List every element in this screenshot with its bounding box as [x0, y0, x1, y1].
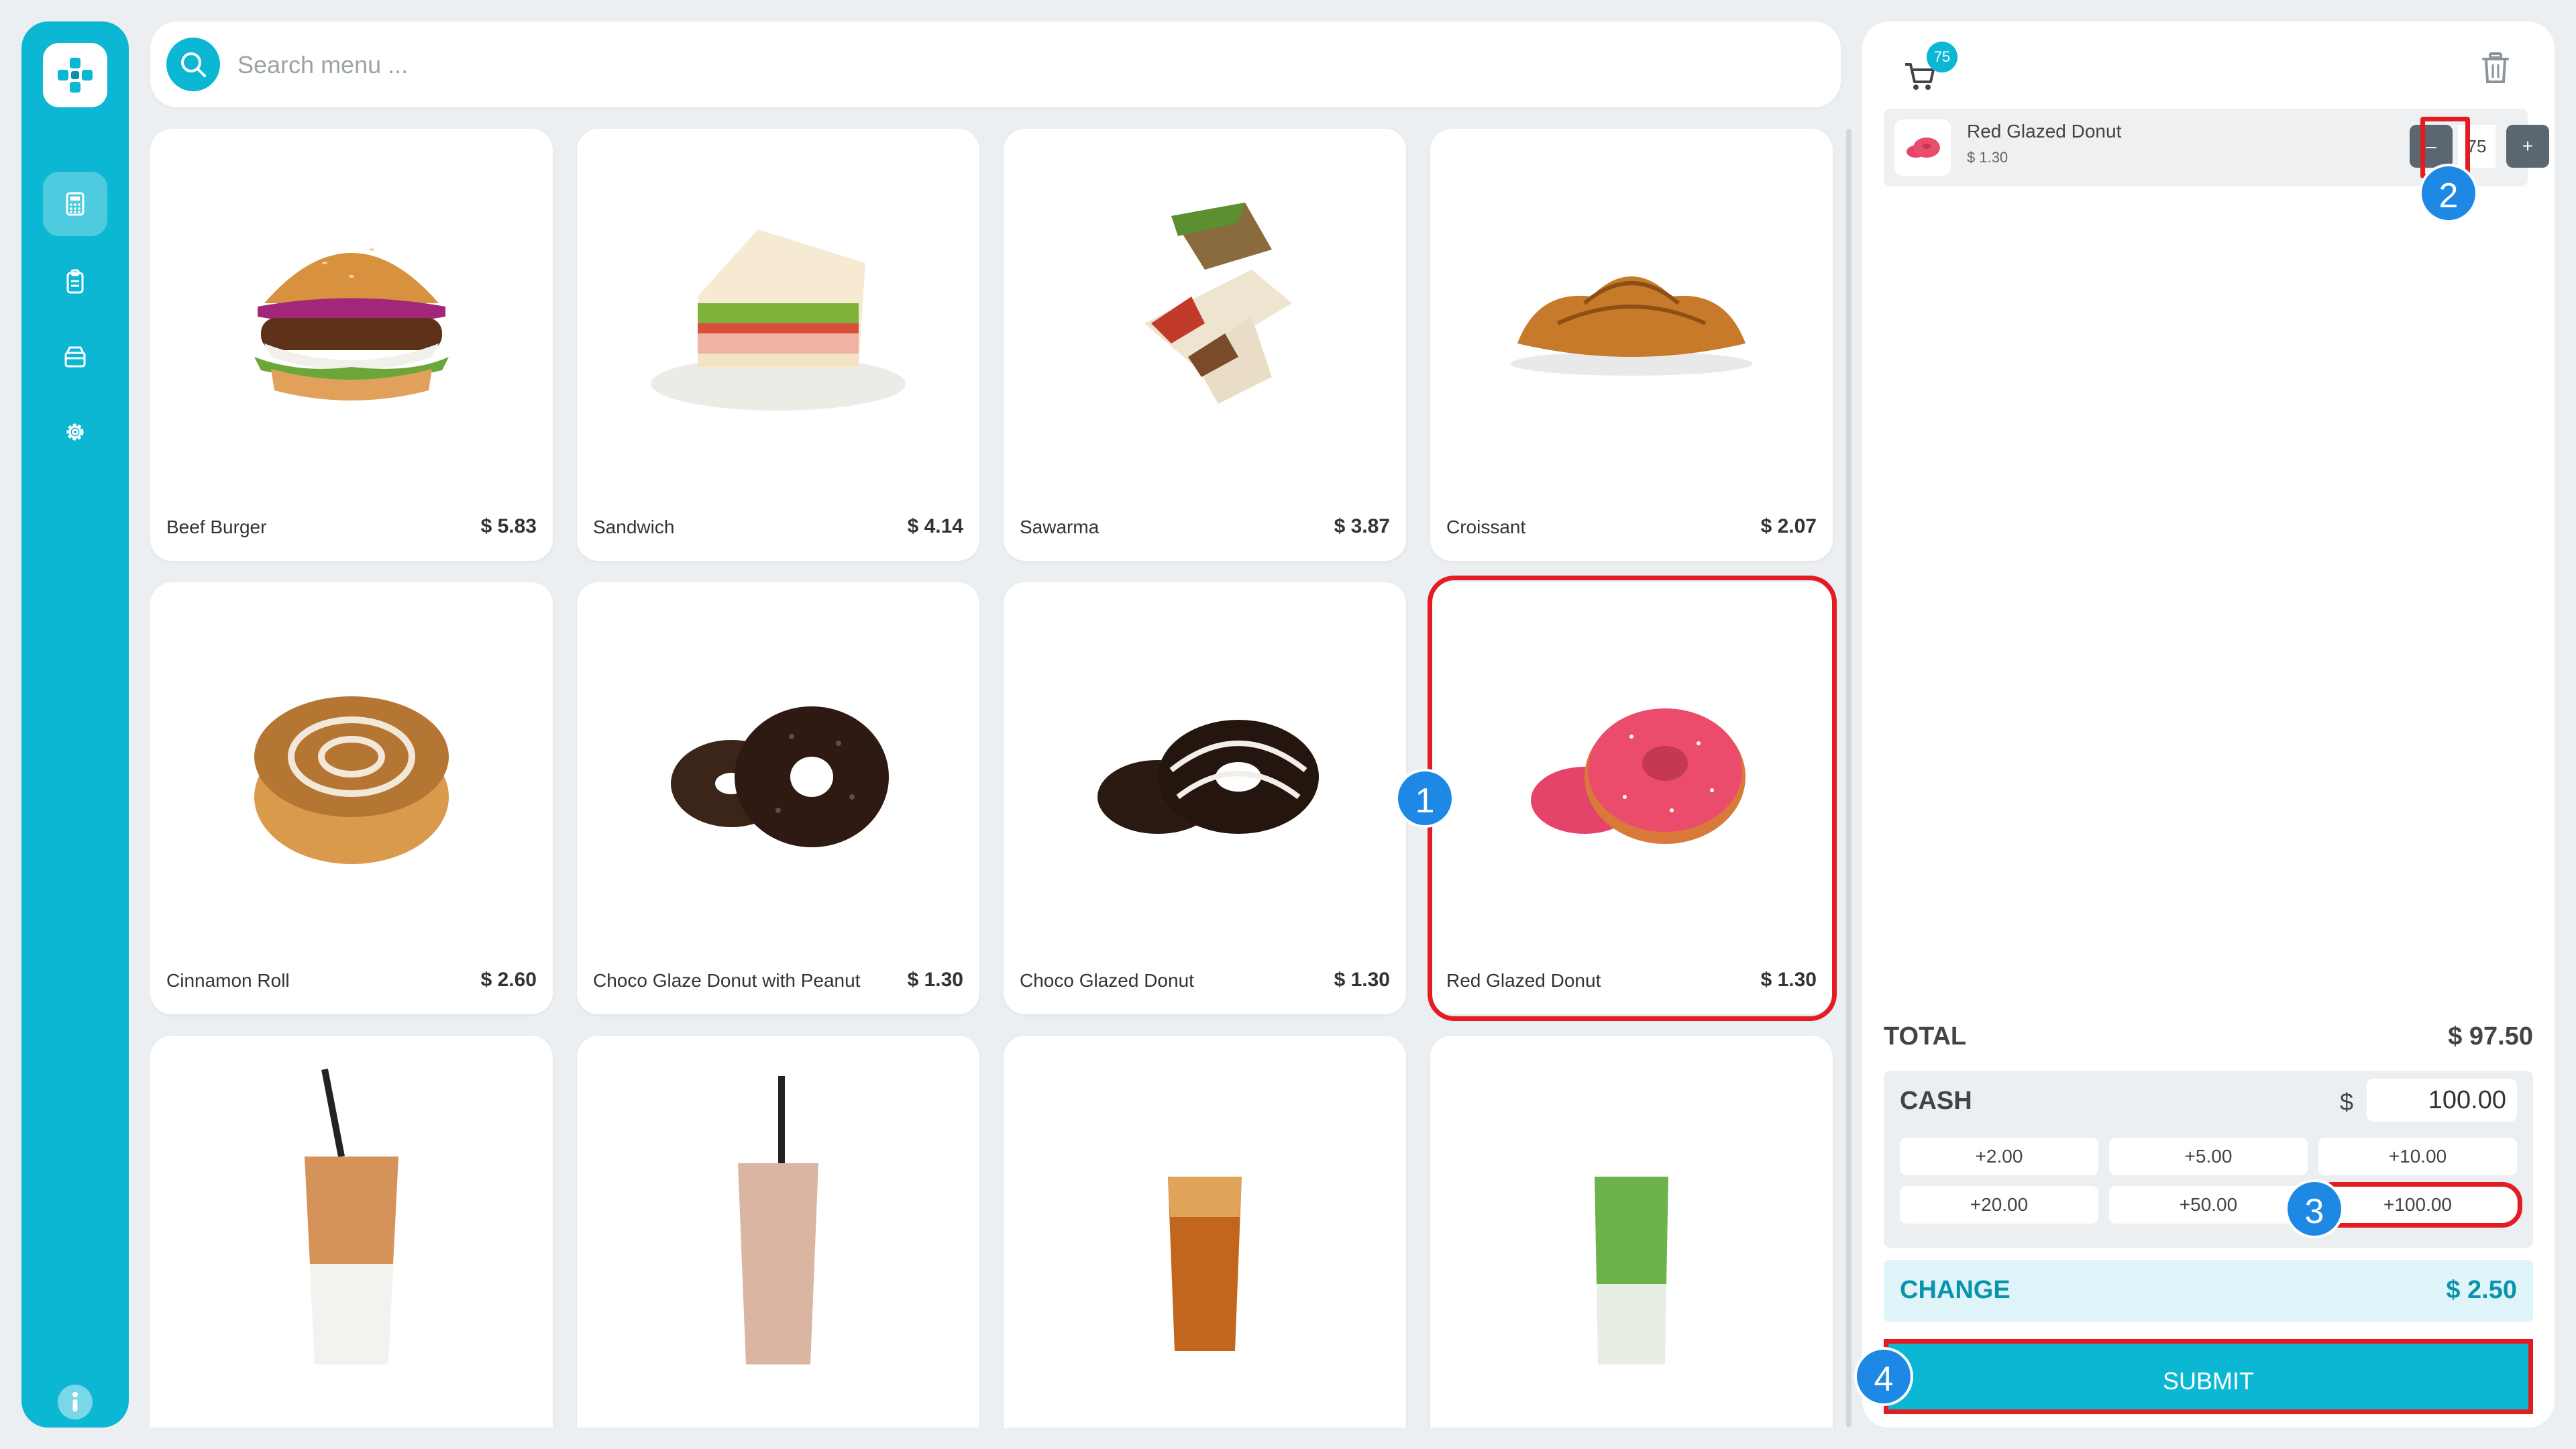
- iced-tea-image: [1004, 1036, 1406, 1411]
- menu-item-name: Sandwich: [593, 517, 675, 537]
- cart-item-thumbnail: [1894, 119, 1951, 176]
- menu-card-choco-peanut-donut[interactable]: Choco Glaze Donut with Peanut $ 1.30: [577, 582, 979, 1014]
- cart-count-badge: 75: [1927, 42, 1957, 72]
- box-icon: [64, 346, 86, 368]
- menu-card-cinnamon-roll[interactable]: Cinnamon Roll $ 2.60: [150, 582, 553, 1014]
- menu-card-sandwich[interactable]: Sandwich $ 4.14: [577, 129, 979, 561]
- info-button[interactable]: [56, 1383, 94, 1421]
- cash-input[interactable]: [2367, 1079, 2517, 1122]
- menu-item-price: $ 2.07: [1760, 515, 1817, 537]
- order-panel: 75 Red Glazed Donut $ 1.30 – 75 + 2 TOTA…: [1854, 21, 2555, 1428]
- donut-image: [1004, 582, 1406, 958]
- quick-amount-button[interactable]: +5.00: [2109, 1138, 2308, 1175]
- quick-amount-button[interactable]: +50.00: [2109, 1186, 2308, 1224]
- nav-item-inventory[interactable]: [43, 325, 107, 389]
- total-value: $ 97.50: [2448, 1022, 2533, 1051]
- menu-item-name: Croissant: [1446, 517, 1526, 537]
- menu-item-price: $ 1.30: [1334, 969, 1390, 991]
- highlight-frame: [2313, 1182, 2522, 1228]
- submit-button[interactable]: SUBMIT: [1884, 1339, 2533, 1414]
- donut-image: [1907, 138, 1940, 158]
- menu-item-name: Choco Glazed Donut: [1020, 970, 1194, 991]
- info-icon: [58, 1385, 93, 1419]
- nav-item-pos[interactable]: [43, 172, 107, 236]
- cash-section: CASH $ +2.00 +5.00 +10.00 +20.00 +50.00 …: [1884, 1071, 2533, 1248]
- menu-item-price: $ 5.83: [480, 515, 537, 537]
- calculator-icon: [66, 192, 85, 216]
- search-button[interactable]: [166, 38, 220, 91]
- change-section: CHANGE $ 2.50: [1884, 1260, 2533, 1322]
- menu-item-price: $ 1.30: [907, 969, 963, 991]
- clipboard-icon: [66, 269, 84, 294]
- gear-icon: [66, 423, 84, 441]
- menu-grid: Beef Burger $ 5.83 Sandwich $ 4.14 Sawar…: [150, 129, 1846, 1428]
- quick-amount-button[interactable]: +10.00: [2318, 1138, 2517, 1175]
- search-icon: [181, 52, 206, 77]
- highlight-frame: [1428, 576, 1837, 1021]
- search-input[interactable]: [236, 42, 1782, 89]
- menu-card-beef-burger[interactable]: Beef Burger $ 5.83: [150, 129, 553, 561]
- app-logo[interactable]: [43, 43, 107, 107]
- croissant-image: [1430, 129, 1833, 504]
- cash-label: CASH: [1900, 1087, 1972, 1115]
- change-value: $ 2.50: [2446, 1276, 2517, 1304]
- sandwich-image: [577, 129, 979, 504]
- change-label: CHANGE: [1900, 1276, 2010, 1304]
- donut-image: [577, 582, 979, 958]
- cart-item-price: $ 1.30: [1967, 149, 2008, 166]
- total-label: TOTAL: [1884, 1022, 1967, 1051]
- nav-item-orders[interactable]: [43, 250, 107, 314]
- step-badge: 2: [2419, 164, 2478, 223]
- menu-card-iced-tea[interactable]: [1004, 1036, 1406, 1428]
- menu-item-price: $ 4.14: [907, 515, 963, 537]
- shawarma-image: [1004, 129, 1406, 504]
- menu-card-iced-chocolate[interactable]: [577, 1036, 979, 1428]
- step-badge: 1: [1395, 769, 1454, 828]
- currency-symbol: $: [2340, 1088, 2354, 1116]
- quick-amount-button[interactable]: +20.00: [1900, 1186, 2098, 1224]
- menu-item-name: Sawarma: [1020, 517, 1099, 537]
- quick-amount-button[interactable]: +2.00: [1900, 1138, 2098, 1175]
- step-badge: 4: [1854, 1347, 1913, 1406]
- menu-item-name: Choco Glaze Donut with Peanut: [593, 970, 861, 991]
- search-bar: [150, 21, 1841, 107]
- menu-card-matcha-latte[interactable]: [1430, 1036, 1833, 1428]
- trash-icon[interactable]: [2479, 51, 2512, 86]
- menu-item-price: $ 3.87: [1334, 515, 1390, 537]
- step-badge: 3: [2285, 1179, 2344, 1238]
- menu-card-sawarma[interactable]: Sawarma $ 3.87: [1004, 129, 1406, 561]
- menu-item-name: Beef Burger: [166, 517, 267, 537]
- menu-item-name: Cinnamon Roll: [166, 970, 290, 991]
- iced-coffee-image: [150, 1036, 553, 1411]
- menu-card-iced-coffee[interactable]: [150, 1036, 553, 1428]
- scrollbar[interactable]: [1846, 129, 1851, 1428]
- cinnamon-roll-image: [150, 582, 553, 958]
- cart-item-name: Red Glazed Donut: [1967, 121, 2122, 142]
- increment-button[interactable]: +: [2506, 125, 2549, 168]
- matcha-latte-image: [1430, 1036, 1833, 1411]
- burger-image: [150, 129, 553, 504]
- menu-card-croissant[interactable]: Croissant $ 2.07: [1430, 129, 1833, 561]
- logo-icon: [58, 58, 93, 93]
- menu-card-choco-glazed-donut[interactable]: Choco Glazed Donut $ 1.30: [1004, 582, 1406, 1014]
- menu-item-price: $ 2.60: [480, 969, 537, 991]
- nav-item-settings[interactable]: [43, 400, 107, 464]
- sidebar: [21, 21, 129, 1428]
- iced-chocolate-image: [577, 1036, 979, 1411]
